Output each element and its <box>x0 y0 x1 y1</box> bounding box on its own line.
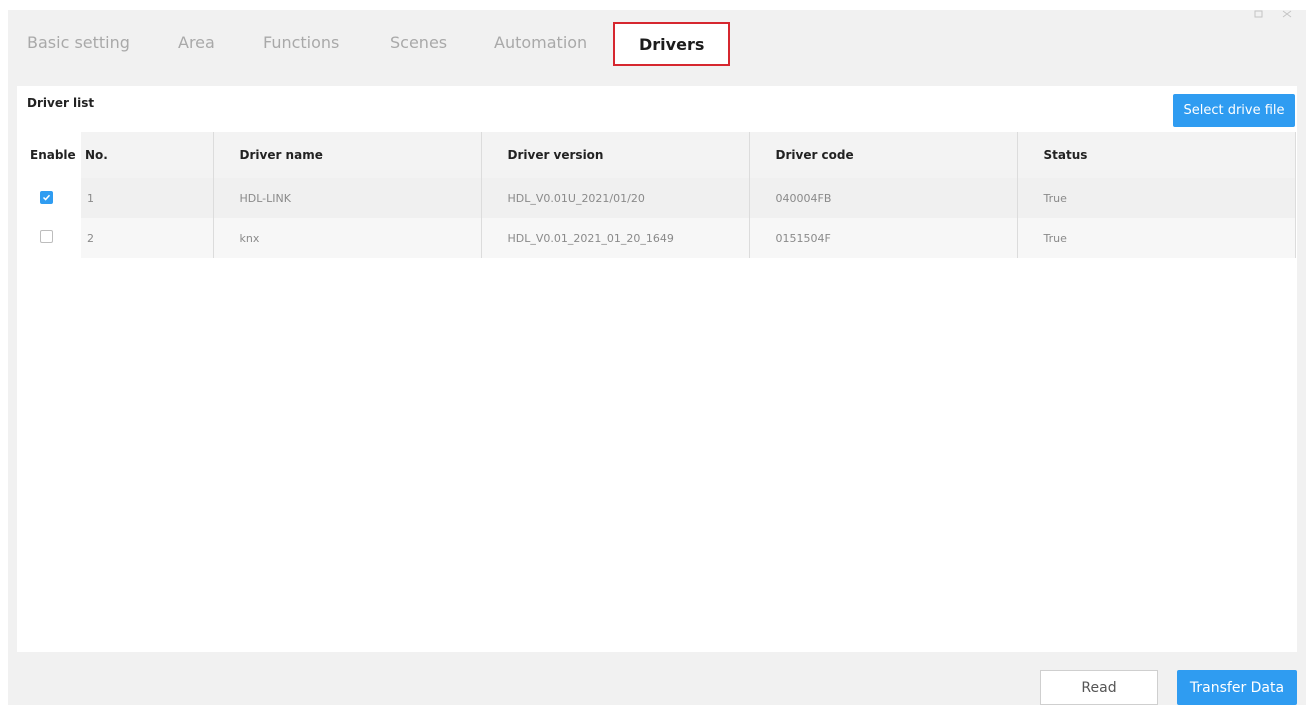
cell-driver-version: HDL_V0.01_2021_01_20_1649 <box>481 218 750 258</box>
close-icon[interactable] <box>1282 10 1292 20</box>
panel-title: Driver list <box>27 96 95 110</box>
cell-status: True <box>1017 178 1296 218</box>
table-header-row: Enable No. Driver name Driver version Dr… <box>26 132 1296 178</box>
restore-icon[interactable] <box>1254 10 1264 20</box>
tab-basic-setting[interactable]: Basic setting <box>27 33 130 52</box>
driver-list-panel: Driver list Select drive file Enable No.… <box>17 86 1297 652</box>
app-window: Basic setting Area Functions Scenes Auto… <box>8 10 1306 705</box>
enable-cell <box>26 178 81 218</box>
enable-checkbox[interactable] <box>40 230 53 243</box>
tab-functions[interactable]: Functions <box>263 33 339 52</box>
cell-driver-name: HDL-LINK <box>213 178 482 218</box>
check-icon <box>42 194 51 201</box>
transfer-data-button[interactable]: Transfer Data <box>1177 670 1297 705</box>
cell-no: 1 <box>81 178 214 218</box>
cell-driver-code: 040004FB <box>749 178 1018 218</box>
cell-no: 2 <box>81 218 214 258</box>
enable-checkbox[interactable] <box>40 191 53 204</box>
driver-table: Enable No. Driver name Driver version Dr… <box>26 132 1296 258</box>
table-row[interactable]: 1 HDL-LINK HDL_V0.01U_2021/01/20 040004F… <box>26 178 1296 218</box>
tab-drivers[interactable]: Drivers <box>613 22 731 66</box>
tab-area[interactable]: Area <box>178 33 215 52</box>
column-header-driver-name[interactable]: Driver name <box>213 132 482 178</box>
window-controls <box>1254 10 1292 20</box>
select-drive-file-button[interactable]: Select drive file <box>1173 94 1295 127</box>
tab-automation[interactable]: Automation <box>494 33 587 52</box>
column-header-status[interactable]: Status <box>1017 132 1296 178</box>
column-header-driver-code[interactable]: Driver code <box>749 132 1018 178</box>
tab-scenes[interactable]: Scenes <box>390 33 447 52</box>
cell-status: True <box>1017 218 1296 258</box>
table-row[interactable]: 2 knx HDL_V0.01_2021_01_20_1649 0151504F… <box>26 218 1296 258</box>
cell-driver-name: knx <box>213 218 482 258</box>
read-button[interactable]: Read <box>1040 670 1158 705</box>
column-header-driver-version[interactable]: Driver version <box>481 132 750 178</box>
enable-cell <box>26 218 81 258</box>
column-header-no[interactable]: No. <box>81 132 214 178</box>
column-header-enable: Enable <box>26 132 81 178</box>
cell-driver-version: HDL_V0.01U_2021/01/20 <box>481 178 750 218</box>
cell-driver-code: 0151504F <box>749 218 1018 258</box>
